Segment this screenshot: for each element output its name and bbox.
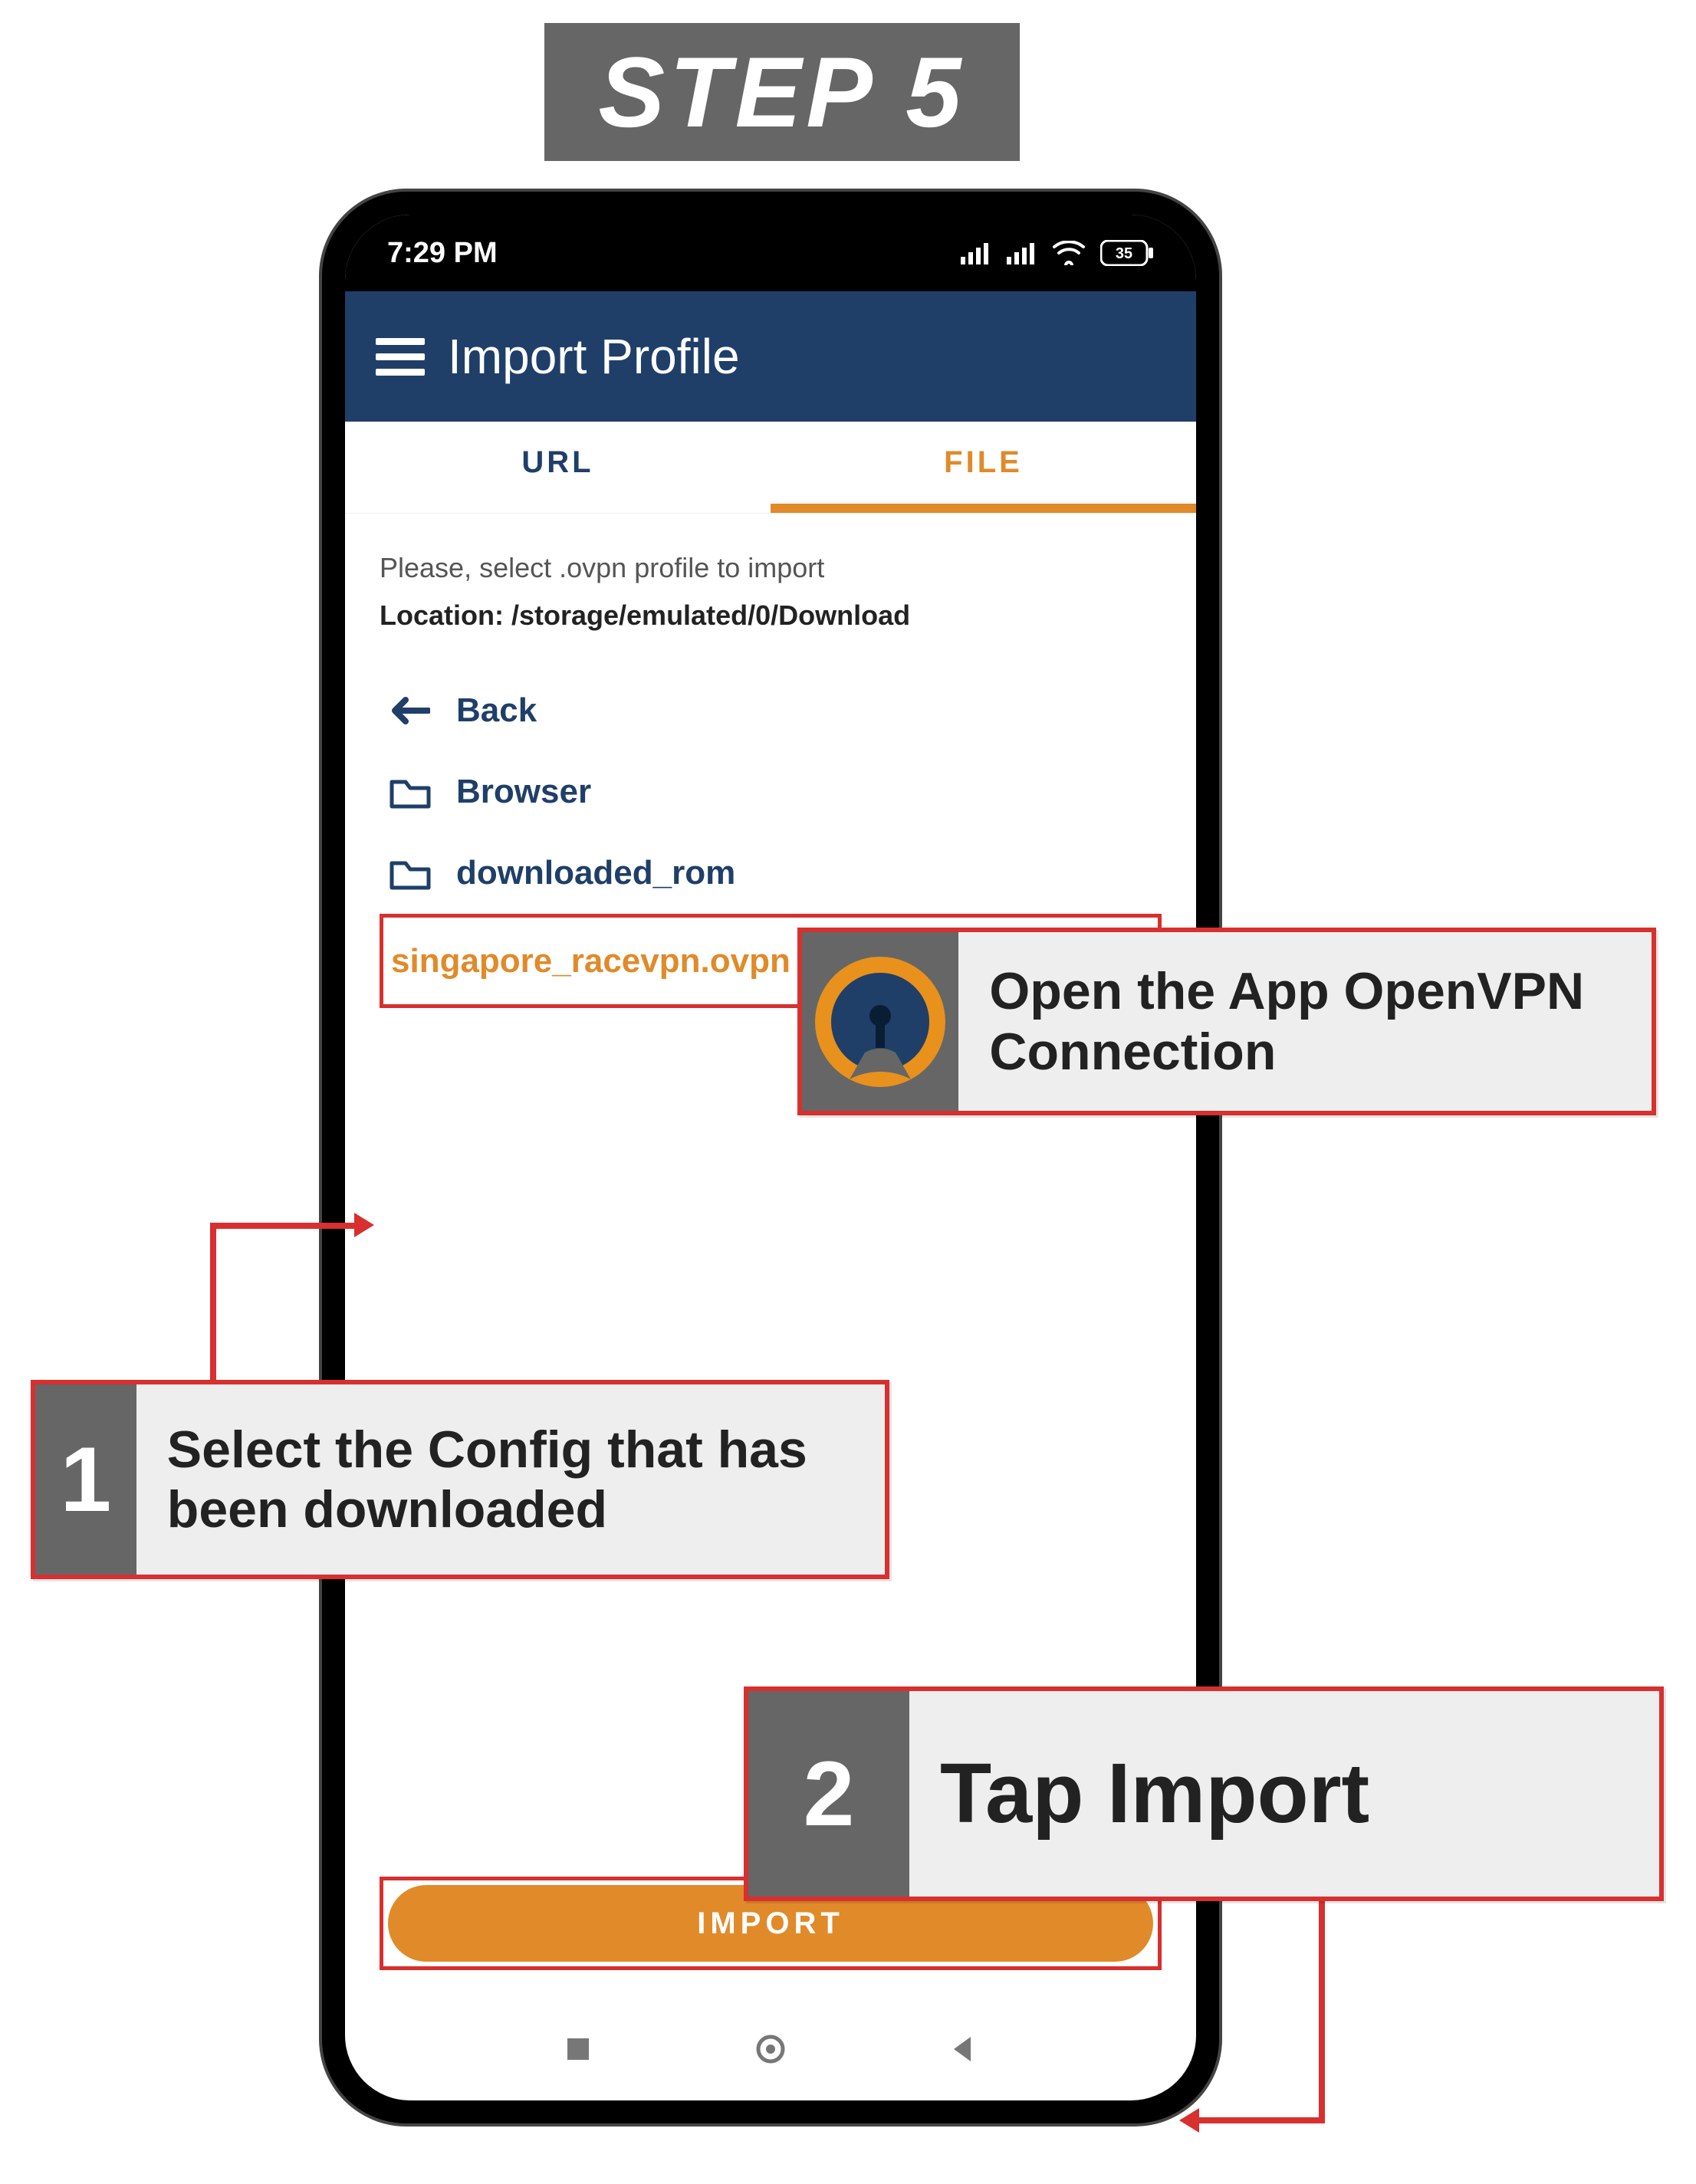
status-icons: 35 — [961, 240, 1154, 266]
status-time: 7:29 PM — [387, 237, 498, 270]
svg-text:35: 35 — [1116, 245, 1132, 262]
connector-arrow-icon — [1179, 2108, 1199, 2133]
openvpn-logo — [802, 932, 958, 1111]
callout-text: Select the Config that has been download… — [136, 1384, 885, 1575]
nav-recent-icon[interactable] — [563, 2034, 593, 2068]
folder-icon — [387, 774, 433, 810]
tab-file[interactable]: FILE — [771, 422, 1196, 513]
signal-icon — [961, 241, 991, 264]
folder-row-browser[interactable]: Browser — [380, 751, 1162, 833]
step-banner: STEP 5 — [544, 23, 1020, 161]
connector-line — [1319, 1901, 1325, 2123]
folder-row-downloaded-rom[interactable]: downloaded_rom — [380, 833, 1162, 914]
location-text: Location: /storage/emulated/0/Download — [380, 599, 1162, 632]
callout-text: Open the App OpenVPN Connection — [958, 932, 1652, 1111]
connector-arrow-icon — [354, 1213, 374, 1237]
nav-back-icon[interactable] — [948, 2034, 978, 2068]
folder-label: downloaded_rom — [456, 854, 735, 892]
callout-step-1: 1 Select the Config that has been downlo… — [31, 1380, 889, 1579]
back-label: Back — [456, 691, 537, 730]
callout-open-app: Open the App OpenVPN Connection — [797, 928, 1656, 1115]
selected-file-name: singapore_racevpn.ovpn — [391, 942, 790, 980]
callout-badge-1: 1 — [35, 1384, 136, 1575]
hamburger-icon[interactable] — [376, 338, 425, 376]
folder-icon — [387, 856, 433, 891]
app-title: Import Profile — [448, 328, 740, 385]
nav-home-icon[interactable] — [754, 2032, 787, 2070]
folder-label: Browser — [456, 773, 591, 811]
signal-icon-2 — [1007, 241, 1037, 264]
callout-step-2: 2 Tap Import — [744, 1686, 1664, 1901]
android-nav-bar — [345, 2032, 1196, 2070]
tabs: URL FILE — [345, 422, 1196, 514]
wifi-icon — [1053, 241, 1085, 265]
tab-url[interactable]: URL — [345, 422, 771, 513]
camera-notch — [755, 236, 786, 267]
connector-line — [210, 1223, 363, 1229]
connector-line — [1198, 2117, 1325, 2123]
app-header: Import Profile — [345, 291, 1196, 422]
battery-icon: 35 — [1100, 240, 1154, 266]
back-row[interactable]: Back — [380, 670, 1162, 751]
connector-line — [210, 1223, 216, 1384]
callout-text: Tap Import — [909, 1691, 1400, 1897]
back-arrow-icon — [387, 695, 433, 726]
callout-badge-2: 2 — [748, 1691, 909, 1897]
instruction-text: Please, select .ovpn profile to import — [380, 552, 1162, 584]
